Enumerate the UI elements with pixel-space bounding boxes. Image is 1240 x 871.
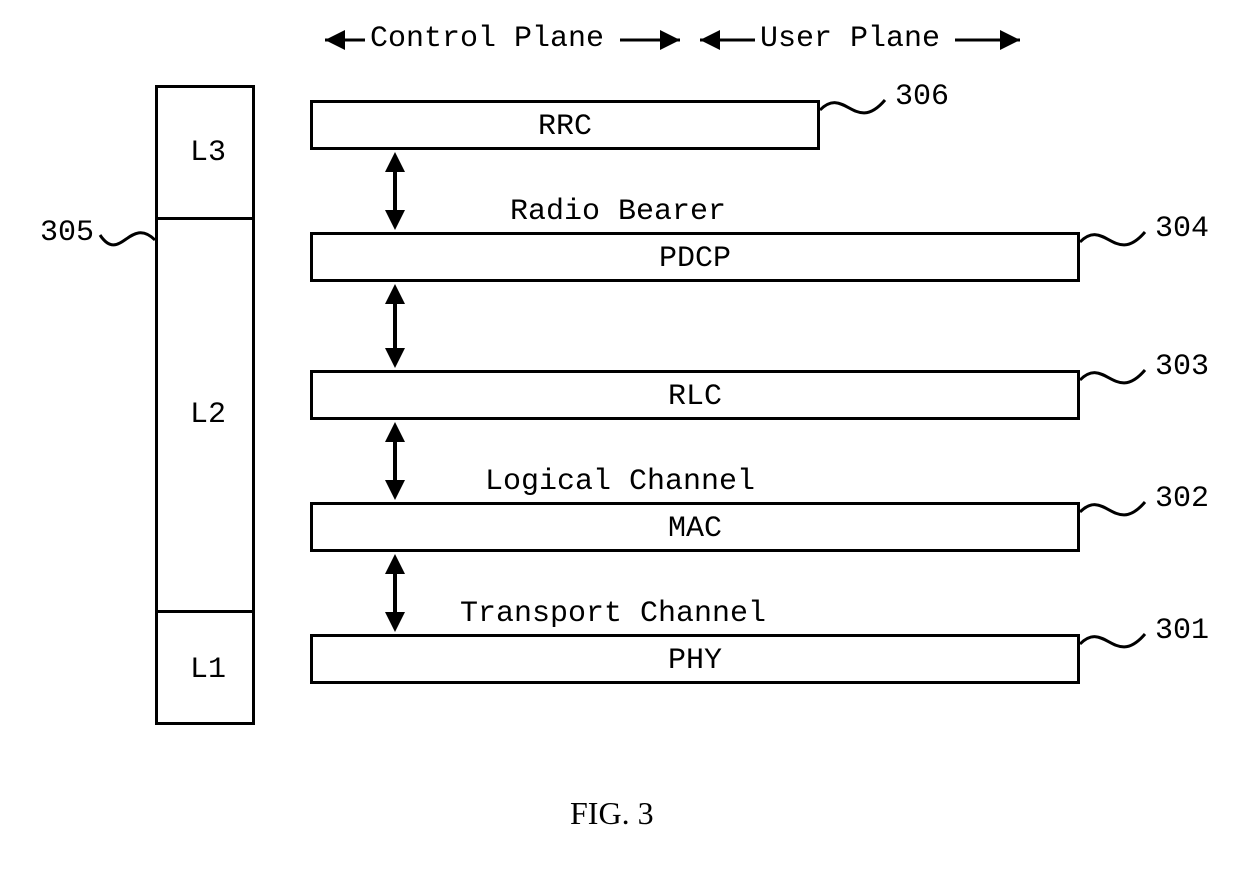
protocol-stack-diagram: L3 L2 L1 Control Plane User Plane RRC 30… — [0, 0, 1240, 871]
l2-cell: L2 — [155, 217, 255, 613]
rlc-box: RLC — [310, 370, 1080, 420]
rrc-box: RRC — [310, 100, 820, 150]
transport-channel-label: Transport Channel — [460, 597, 766, 631]
l2-label: L2 — [158, 398, 258, 432]
pdcp-ref: 304 — [1155, 212, 1209, 246]
l1-cell: L1 — [155, 610, 255, 725]
pdcp-label: PDCP — [313, 242, 1077, 276]
rrc-pdcp-arrow — [385, 152, 405, 230]
left-ref: 305 — [40, 216, 94, 250]
callout-303 — [1080, 370, 1145, 383]
mac-phy-arrow — [385, 554, 405, 632]
rlc-label: RLC — [313, 380, 1077, 414]
callout-304 — [1080, 232, 1145, 245]
mac-box: MAC — [310, 502, 1080, 552]
pdcp-rlc-arrow — [385, 284, 405, 368]
rlc-ref: 303 — [1155, 350, 1209, 384]
user-plane-label: User Plane — [760, 22, 940, 56]
left-column: L3 L2 L1 — [155, 85, 255, 725]
phy-label: PHY — [313, 644, 1077, 678]
mac-label: MAC — [313, 512, 1077, 546]
l3-cell: L3 — [155, 85, 255, 220]
pdcp-box: PDCP — [310, 232, 1080, 282]
callout-301 — [1080, 634, 1145, 647]
figure-caption: FIG. 3 — [570, 795, 654, 832]
rrc-label: RRC — [313, 110, 817, 144]
callout-306 — [820, 100, 885, 113]
logical-channel-label: Logical Channel — [485, 465, 755, 499]
radio-bearer-label: Radio Bearer — [510, 195, 726, 229]
callout-305 — [100, 233, 155, 245]
rlc-mac-arrow — [385, 422, 405, 500]
phy-box: PHY — [310, 634, 1080, 684]
l3-label: L3 — [158, 136, 258, 170]
rrc-ref: 306 — [895, 80, 949, 114]
control-plane-label: Control Plane — [370, 22, 604, 56]
phy-ref: 301 — [1155, 614, 1209, 648]
callout-302 — [1080, 502, 1145, 515]
mac-ref: 302 — [1155, 482, 1209, 516]
l1-label: L1 — [158, 653, 258, 687]
